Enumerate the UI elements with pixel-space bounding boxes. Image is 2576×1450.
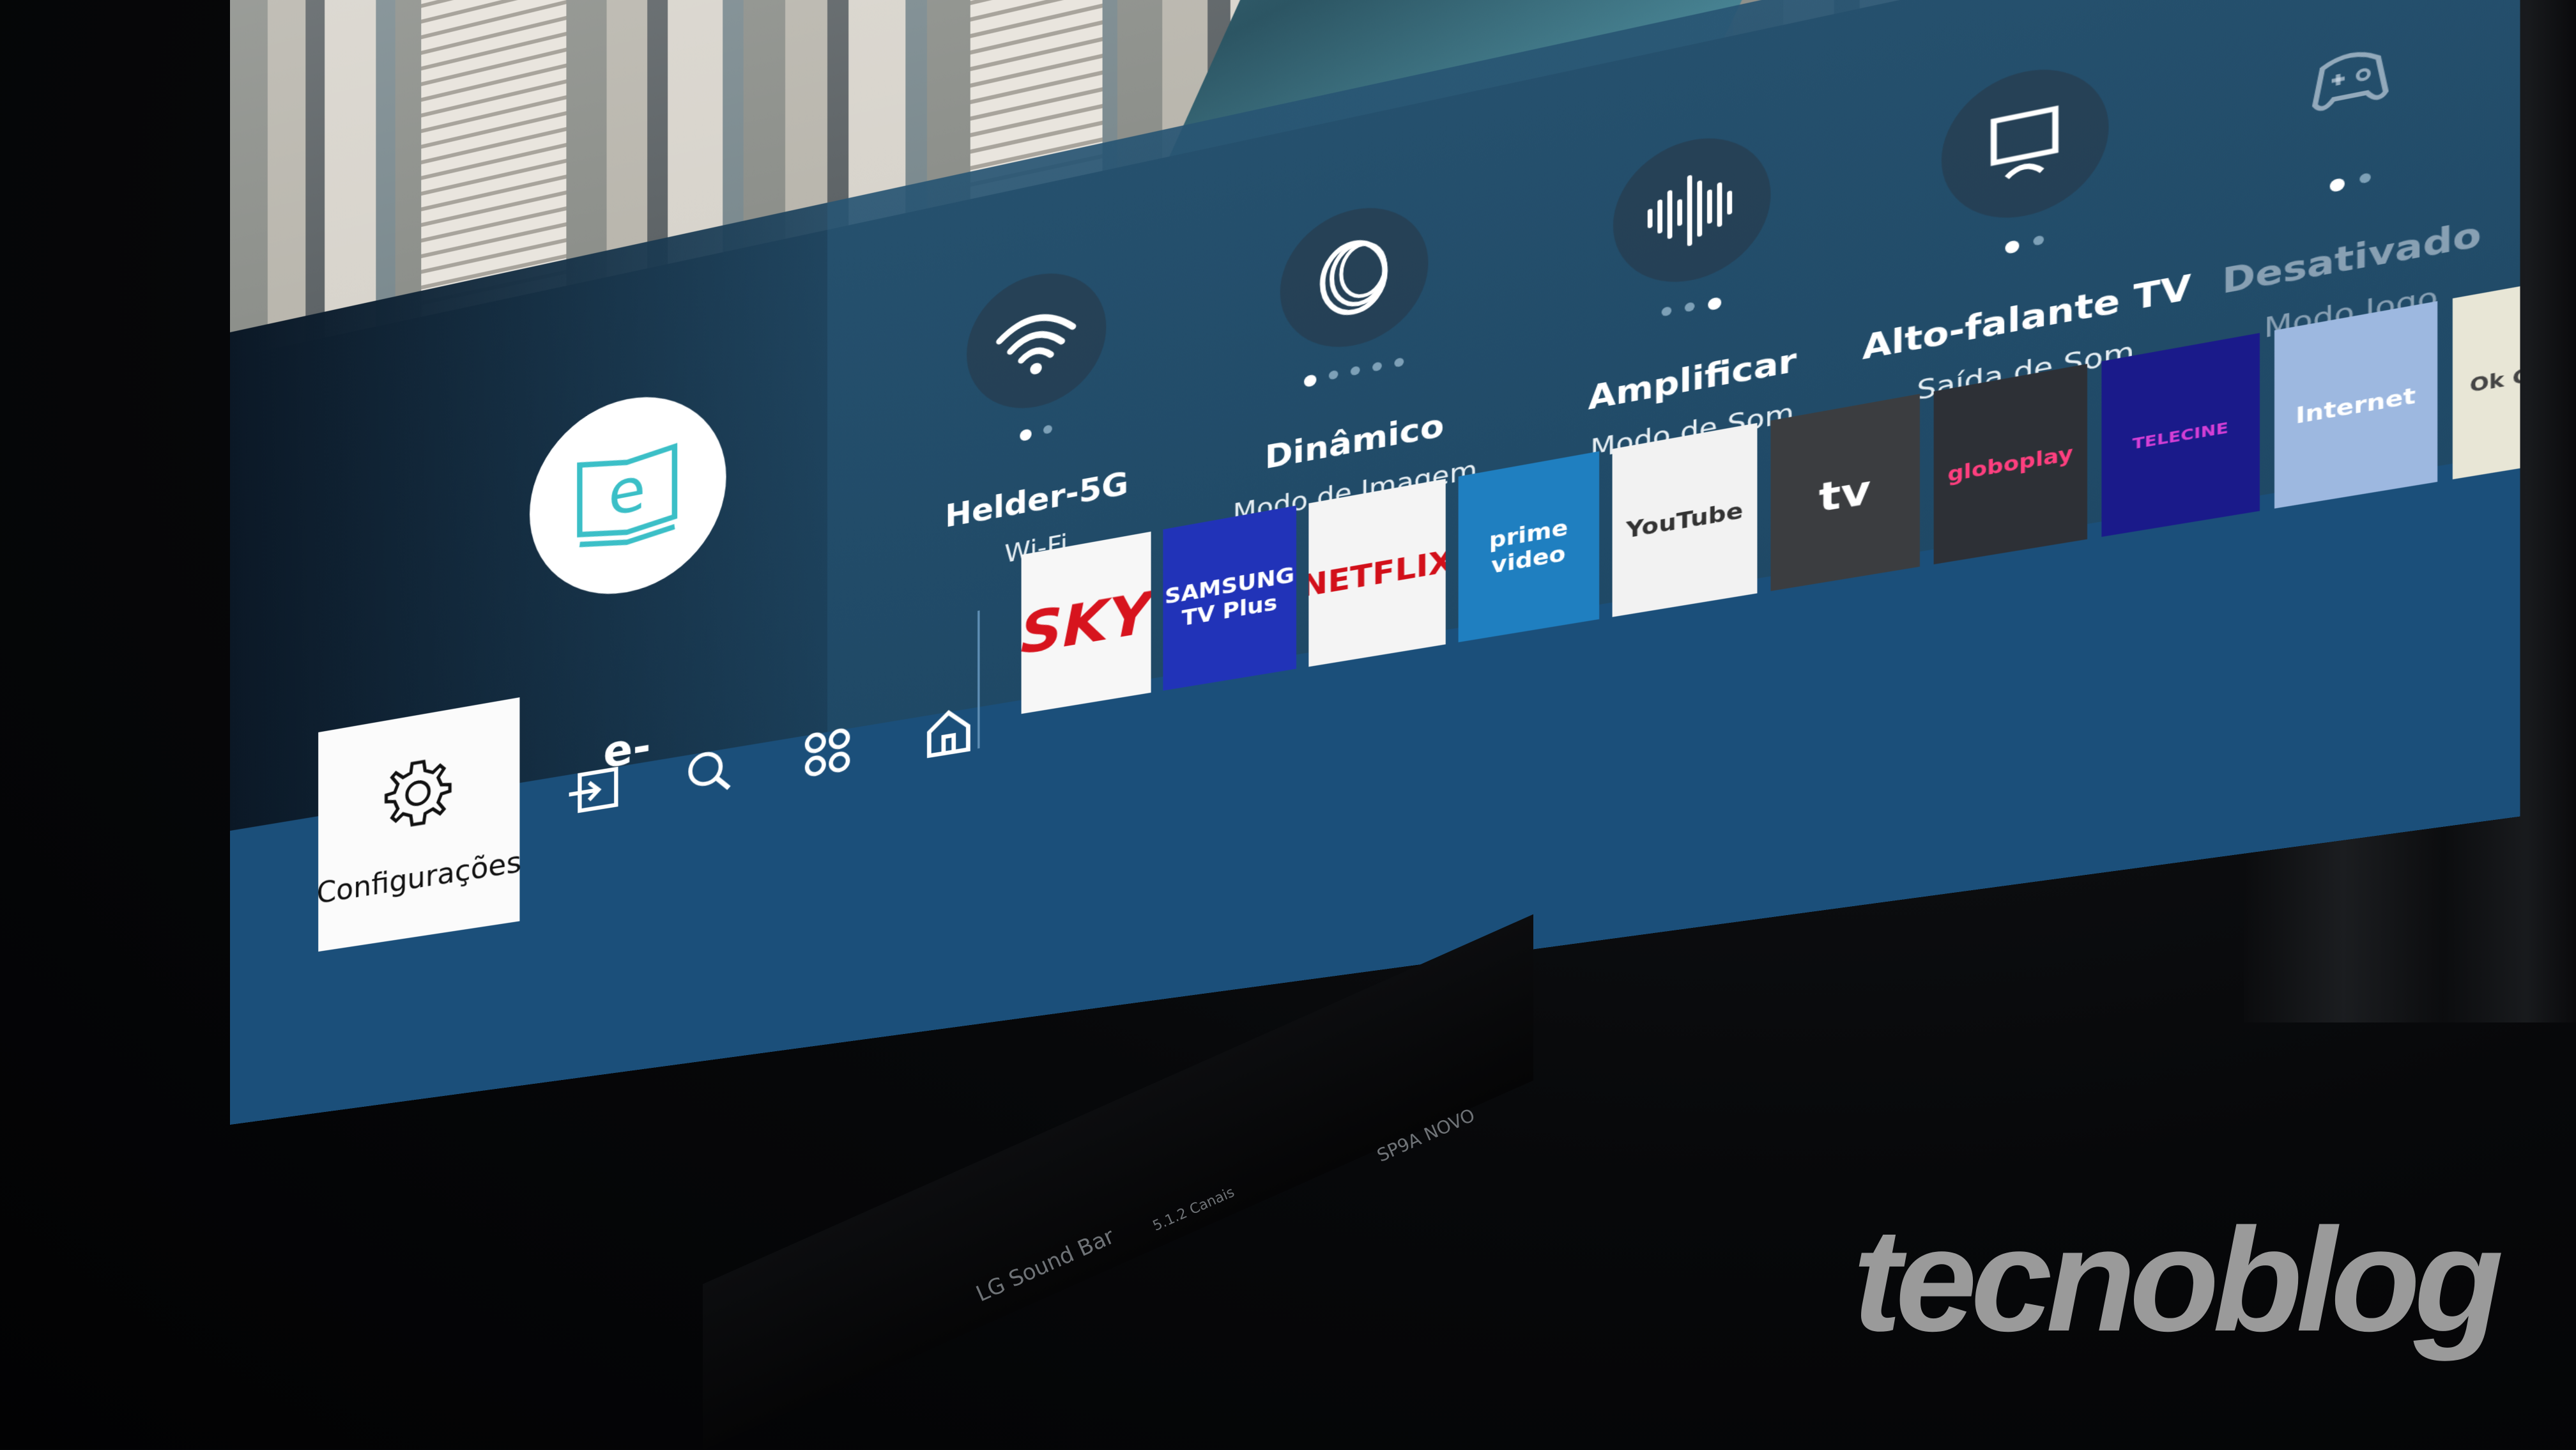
app-tile-apple-tv[interactable]: tv xyxy=(1770,394,1920,591)
sound-wave-icon xyxy=(1642,160,1742,261)
source-input-icon xyxy=(566,763,620,818)
option-dot xyxy=(1394,357,1404,368)
home-icon xyxy=(923,704,974,760)
option-dot xyxy=(1684,302,1695,312)
option-dot xyxy=(2005,239,2020,255)
app-tile-prime-video[interactable]: prime video xyxy=(1458,451,1600,643)
apps-button[interactable] xyxy=(799,721,855,784)
settings-button[interactable]: Configurações xyxy=(316,697,522,952)
quick-setting-icon-bg xyxy=(1613,124,1771,296)
apps-icon xyxy=(802,725,852,780)
option-dot xyxy=(2359,172,2371,184)
quick-setting-title: Indef xyxy=(2453,110,2520,220)
picture-mode-icon xyxy=(1307,225,1400,329)
option-dot xyxy=(1708,297,1722,311)
option-dot xyxy=(2329,177,2345,193)
app-tile-internet[interactable]: Internet xyxy=(2274,301,2438,509)
emanual-icon-circle: e xyxy=(530,379,726,610)
app-label: tv xyxy=(1818,465,1871,521)
watermark: tecnoblog xyxy=(1853,1198,2504,1362)
emanual-letter: e xyxy=(608,454,646,530)
search-icon xyxy=(685,744,733,799)
app-label: SKY xyxy=(1021,579,1151,667)
app-tile-globoplay[interactable]: globoplay xyxy=(1933,364,2088,565)
option-dot xyxy=(1350,366,1360,376)
gamepad-icon xyxy=(2304,31,2397,127)
option-dot xyxy=(1043,424,1052,435)
option-dots xyxy=(1208,338,1504,409)
option-dot xyxy=(1328,369,1338,380)
wifi-icon xyxy=(992,297,1080,376)
search-button[interactable] xyxy=(682,741,737,803)
quick-setting-language[interactable]: Indef Idioma d xyxy=(2453,0,2520,272)
app-label: TELECINE xyxy=(2132,418,2228,453)
app-label: globoplay xyxy=(1947,442,2073,487)
app-label: NETFLIX xyxy=(1308,542,1446,604)
app-tile-samsung-tv-plus[interactable]: SAMSUNG TV Plus xyxy=(1163,505,1296,691)
app-label: YouTube xyxy=(1626,497,1744,544)
app-tile-ok-google[interactable]: Ok Google xyxy=(2452,268,2520,480)
app-tile-youtube[interactable]: YouTube xyxy=(1612,422,1758,617)
app-tile-netflix[interactable]: NETFLIX xyxy=(1308,479,1446,667)
gear-icon xyxy=(382,751,454,835)
option-dot xyxy=(1372,361,1382,372)
app-label: Ok Google xyxy=(2469,351,2520,397)
quick-setting-icon-bg xyxy=(1941,54,2109,232)
option-dot xyxy=(1661,305,1672,317)
app-tile-sky[interactable]: SKY xyxy=(1021,531,1151,714)
app-tile-telecine[interactable]: TELECINE xyxy=(2101,333,2260,537)
quick-setting-icon-bg xyxy=(1280,194,1429,360)
quick-setting-icon-bg xyxy=(967,260,1107,420)
bar-divider xyxy=(977,610,980,749)
option-dot xyxy=(1304,374,1317,388)
tv-speaker-icon xyxy=(1981,97,2069,190)
quick-setting-icon-bg xyxy=(2262,0,2439,170)
option-dots xyxy=(1860,206,2194,285)
option-dot xyxy=(2033,235,2044,246)
option-dots xyxy=(898,401,1177,468)
source-button[interactable] xyxy=(566,760,620,822)
app-label: prime video xyxy=(1489,515,1568,580)
option-dot xyxy=(1020,428,1032,442)
option-dots xyxy=(1536,272,1851,346)
app-label: Internet xyxy=(2296,382,2416,429)
home-button[interactable] xyxy=(920,700,977,765)
settings-label: Configurações xyxy=(316,845,522,911)
app-label: SAMSUNG TV Plus xyxy=(1165,562,1295,632)
book-icon: e xyxy=(566,430,688,560)
